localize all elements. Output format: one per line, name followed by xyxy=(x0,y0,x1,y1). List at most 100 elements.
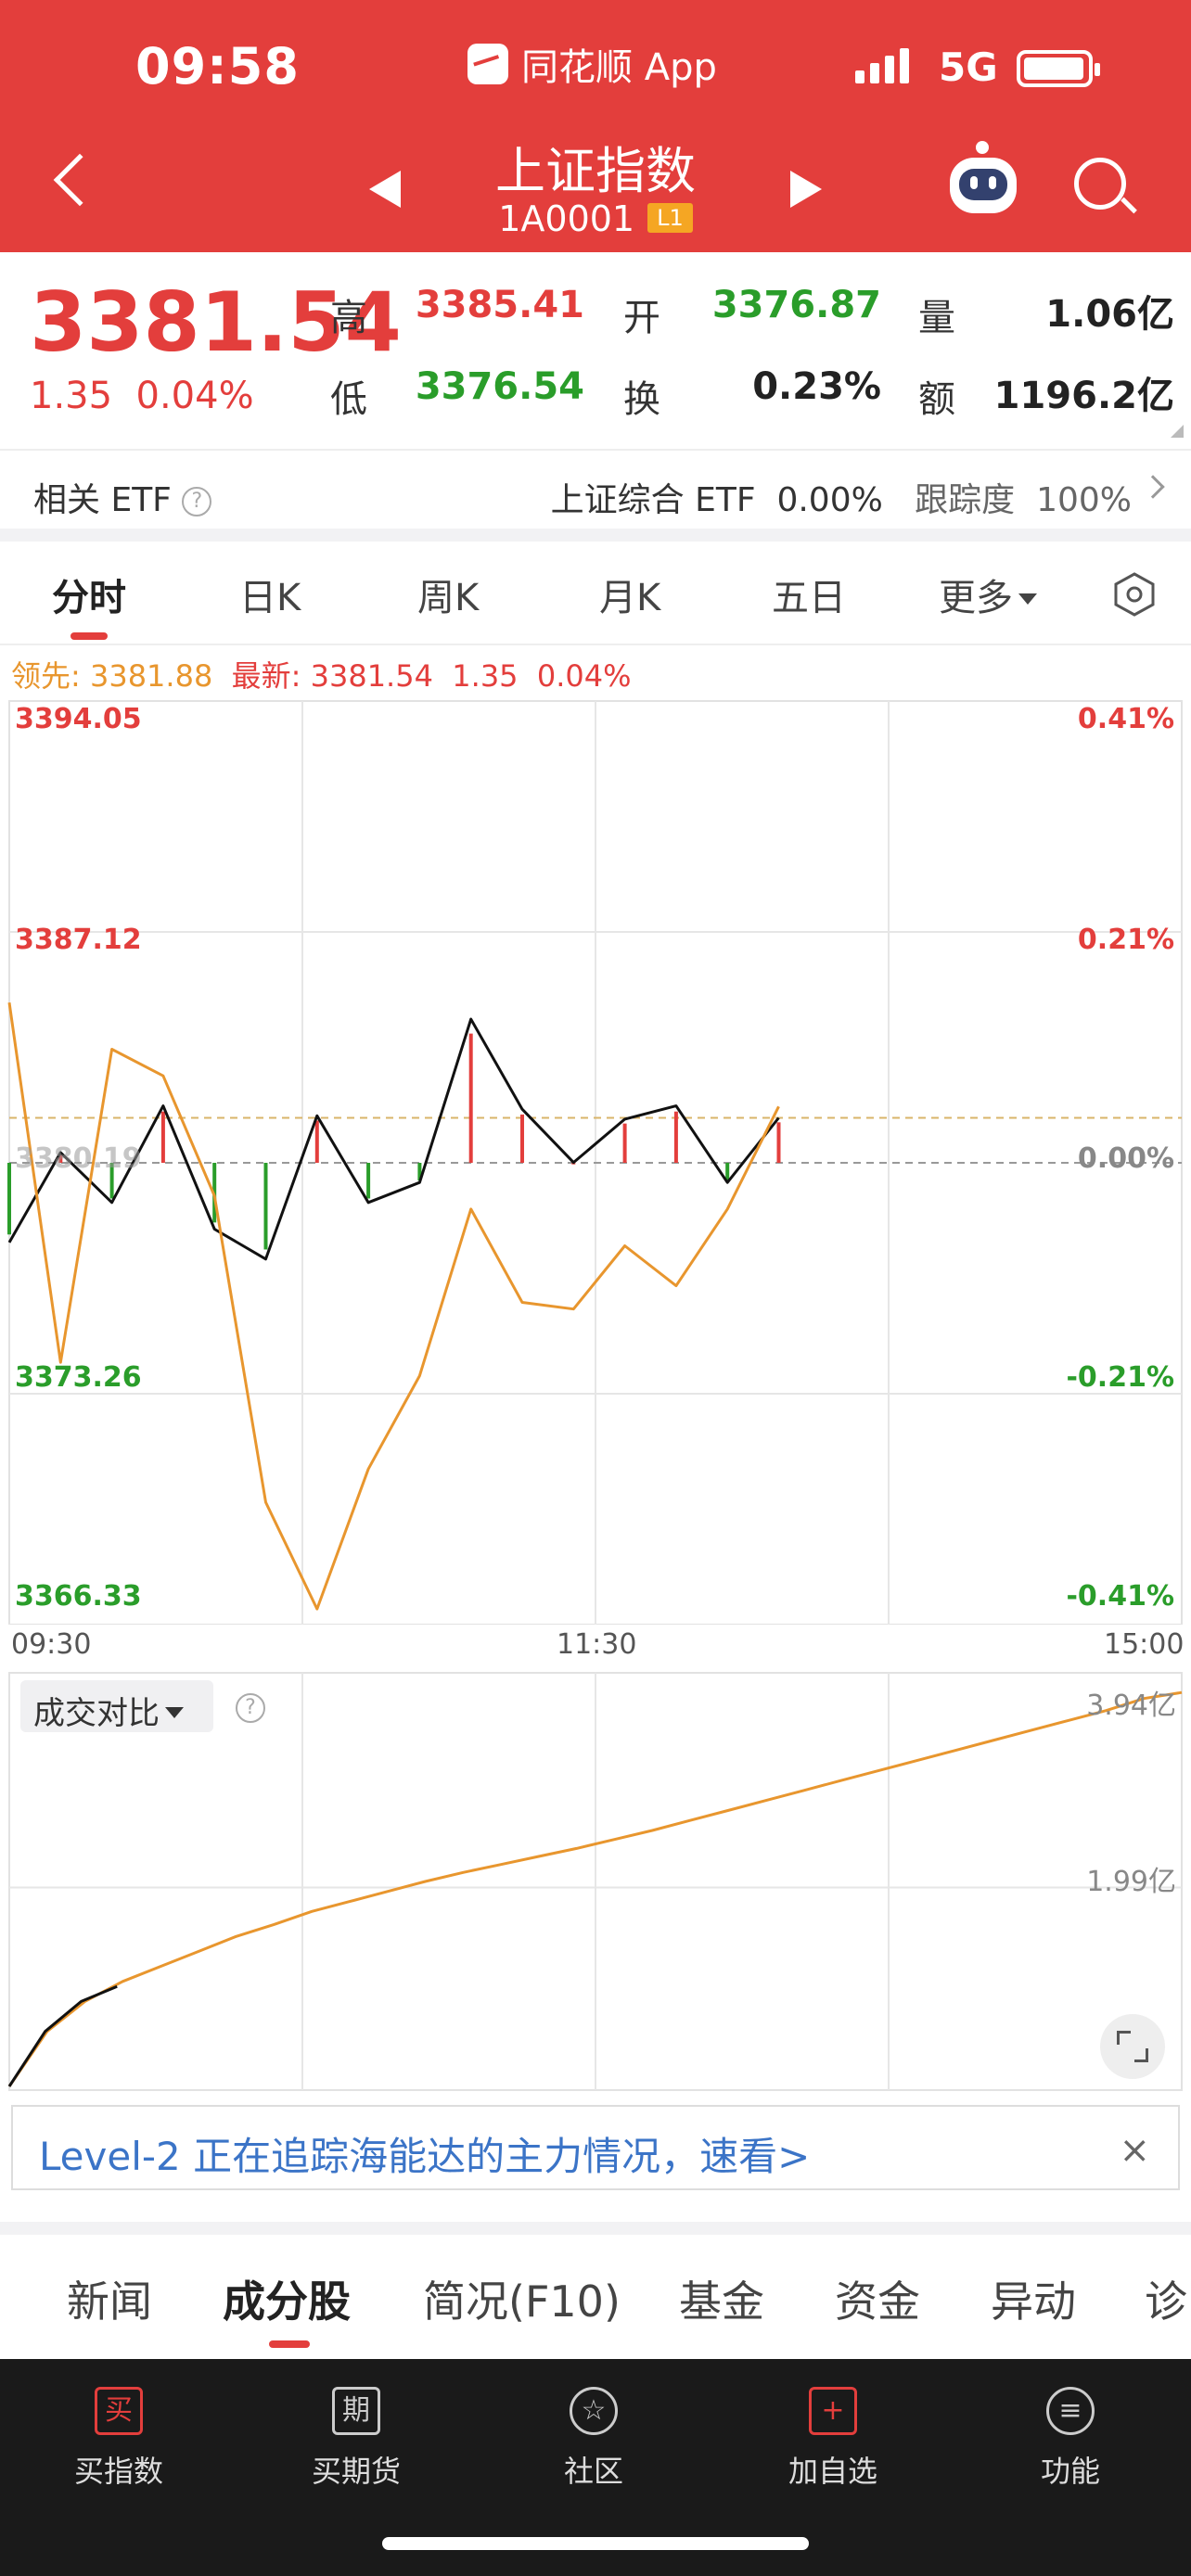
latest-value: 3381.54 xyxy=(310,658,433,694)
nav-label: 功能 xyxy=(1040,2454,1100,2489)
chart-info-line: 领先: 3381.88 最新: 3381.54 1.35 0.04% xyxy=(11,653,632,695)
intraday-price-chart[interactable] xyxy=(0,697,1191,1625)
quote-expand-corner[interactable] xyxy=(1171,425,1184,438)
momentum-bar-12 xyxy=(622,1123,627,1163)
lead-value: 3381.88 xyxy=(89,658,213,694)
x-tick-0: 09:30 xyxy=(11,1628,92,1661)
momentum-bar-6 xyxy=(314,1120,319,1163)
quote-label-turnover: 换 xyxy=(623,378,660,421)
quote-label-amount: 额 xyxy=(918,378,955,421)
momentum-bar-7 xyxy=(366,1163,371,1199)
series-line-1 xyxy=(7,1001,780,1611)
info-change-pct: 0.04% xyxy=(536,658,632,694)
futures-icon: 期 xyxy=(332,2387,380,2435)
close-icon[interactable]: × xyxy=(1119,2129,1150,2172)
volume-series-1 xyxy=(7,1984,118,2087)
stock-code: 1A0001 L1 xyxy=(0,198,1191,239)
momentum-bar-10 xyxy=(520,1114,524,1163)
quote-label-volume: 量 xyxy=(918,297,955,339)
change-value: 1.35 xyxy=(30,375,113,417)
nav-buy-index[interactable]: 买 买指数 xyxy=(26,2387,211,2491)
volume-comparison-chart[interactable] xyxy=(0,1671,1191,2092)
momentum-bar-5 xyxy=(263,1163,268,1250)
section-gap xyxy=(0,529,1191,542)
quote-value-high: 3385.41 xyxy=(415,284,584,326)
fullscreen-expand-icon[interactable] xyxy=(1100,2014,1165,2079)
quote-value-low: 3376.54 xyxy=(415,365,584,408)
price-change: 1.35 0.04% xyxy=(30,375,254,417)
tab-monthly-k[interactable]: 月K xyxy=(599,567,660,621)
quote-value-turnover: 0.23% xyxy=(752,365,881,408)
level2-promo-banner[interactable]: Level-2 正在追踪海能达的主力情况，速看> × xyxy=(11,2105,1180,2190)
change-percent: 0.04% xyxy=(135,375,254,417)
stock-detail-screen: 09:58 同花顺 App 5G 上证指数 1A0001 L1 3381.54 1… xyxy=(0,0,1191,2576)
subtab-funds[interactable]: 基金 xyxy=(679,2268,764,2329)
tab-more[interactable]: 更多 xyxy=(939,567,1037,621)
nav-add-watchlist[interactable]: + 加自选 xyxy=(740,2387,926,2491)
subtab-news[interactable]: 新闻 xyxy=(67,2268,152,2329)
search-icon[interactable] xyxy=(1074,158,1126,210)
nav-community[interactable]: ☆ 社区 xyxy=(501,2387,686,2491)
star-icon: ☆ xyxy=(570,2387,618,2435)
tab-intraday[interactable]: 分时 xyxy=(52,567,126,621)
status-app-indicator: 同花顺 App xyxy=(467,37,717,91)
status-app-name: 同花顺 App xyxy=(521,46,717,89)
subtab-underline xyxy=(269,2340,310,2348)
quote-label-open: 开 xyxy=(623,297,660,339)
etf-name: 上证综合 ETF xyxy=(550,481,756,519)
tab-divider xyxy=(0,644,1191,645)
subtab-anomaly[interactable]: 异动 xyxy=(991,2268,1076,2329)
section-gap xyxy=(0,2222,1191,2235)
home-indicator xyxy=(382,2537,809,2550)
quote-label-low: 低 xyxy=(330,378,367,421)
volume-tick-0: 3.94亿 xyxy=(1086,1690,1176,1722)
banner-text[interactable]: Level-2 正在追踪海能达的主力情况，速看> xyxy=(39,2125,810,2182)
x-tick-1: 11:30 xyxy=(557,1628,637,1661)
latest-label: 最新: xyxy=(231,658,311,694)
etf-pct: 0.00% xyxy=(776,481,883,519)
y-tick-left-1: 3387.12 xyxy=(15,924,142,956)
subtab-constituents[interactable]: 成分股 xyxy=(223,2268,351,2329)
tab-weekly-k[interactable]: 周K xyxy=(417,567,479,621)
y-tick-right-1: 0.21% xyxy=(1077,924,1174,956)
momentum-bar-0 xyxy=(7,1163,11,1235)
quote-value-amount: 1196.2亿 xyxy=(993,375,1174,417)
y-tick-right-4: -0.41% xyxy=(1066,1580,1174,1613)
buy-icon: 买 xyxy=(95,2387,143,2435)
momentum-bar-15 xyxy=(776,1122,781,1163)
momentum-bar-14 xyxy=(725,1163,730,1181)
info-change: 1.35 xyxy=(452,658,519,694)
momentum-bar-13 xyxy=(673,1111,678,1163)
volume-tick-1: 1.99亿 xyxy=(1086,1866,1176,1898)
y-tick-left-3: 3373.26 xyxy=(15,1361,142,1394)
volume-compare-dropdown[interactable]: 成交对比 xyxy=(20,1680,213,1732)
tab-five-day[interactable]: 五日 xyxy=(772,567,846,621)
app-logo-icon xyxy=(467,44,508,84)
next-stock-icon[interactable] xyxy=(790,171,822,208)
nav-label: 买指数 xyxy=(73,2454,163,2489)
y-tick-left-4: 3366.33 xyxy=(15,1580,142,1613)
lead-label: 领先: xyxy=(11,658,90,694)
etf-summary: 上证综合 ETF 0.00% 跟踪度 100% xyxy=(551,473,1132,521)
settings-hexagon-icon[interactable] xyxy=(1111,571,1158,618)
caret-down-icon xyxy=(1018,593,1037,605)
status-time: 09:58 xyxy=(135,37,300,96)
subtab-capital[interactable]: 资金 xyxy=(835,2268,920,2329)
robot-assistant-icon[interactable] xyxy=(950,158,1017,213)
momentum-bar-9 xyxy=(468,1033,473,1163)
tab-underline xyxy=(70,632,108,640)
nav-buy-futures[interactable]: 期 买期货 xyxy=(263,2387,449,2491)
signal-icon xyxy=(855,48,909,83)
quote-value-volume: 1.06亿 xyxy=(1045,293,1174,336)
help-icon[interactable]: ? xyxy=(182,487,212,516)
related-etf-row[interactable]: 相关 ETF ? 上证综合 ETF 0.00% 跟踪度 100% xyxy=(0,449,1191,529)
subtab-profile[interactable]: 简况(F10) xyxy=(423,2268,621,2329)
quote-value-open: 3376.87 xyxy=(711,284,881,326)
subtab-diagnosis[interactable]: 诊 xyxy=(1145,2268,1191,2329)
nav-label: 社区 xyxy=(563,2454,623,2489)
y-tick-left-2: 3380.19 xyxy=(15,1142,142,1175)
volume-help-icon[interactable]: ? xyxy=(236,1693,265,1723)
nav-functions[interactable]: ≡ 功能 xyxy=(978,2387,1163,2491)
plus-icon: + xyxy=(809,2387,857,2435)
tab-daily-k[interactable]: 日K xyxy=(239,567,301,621)
